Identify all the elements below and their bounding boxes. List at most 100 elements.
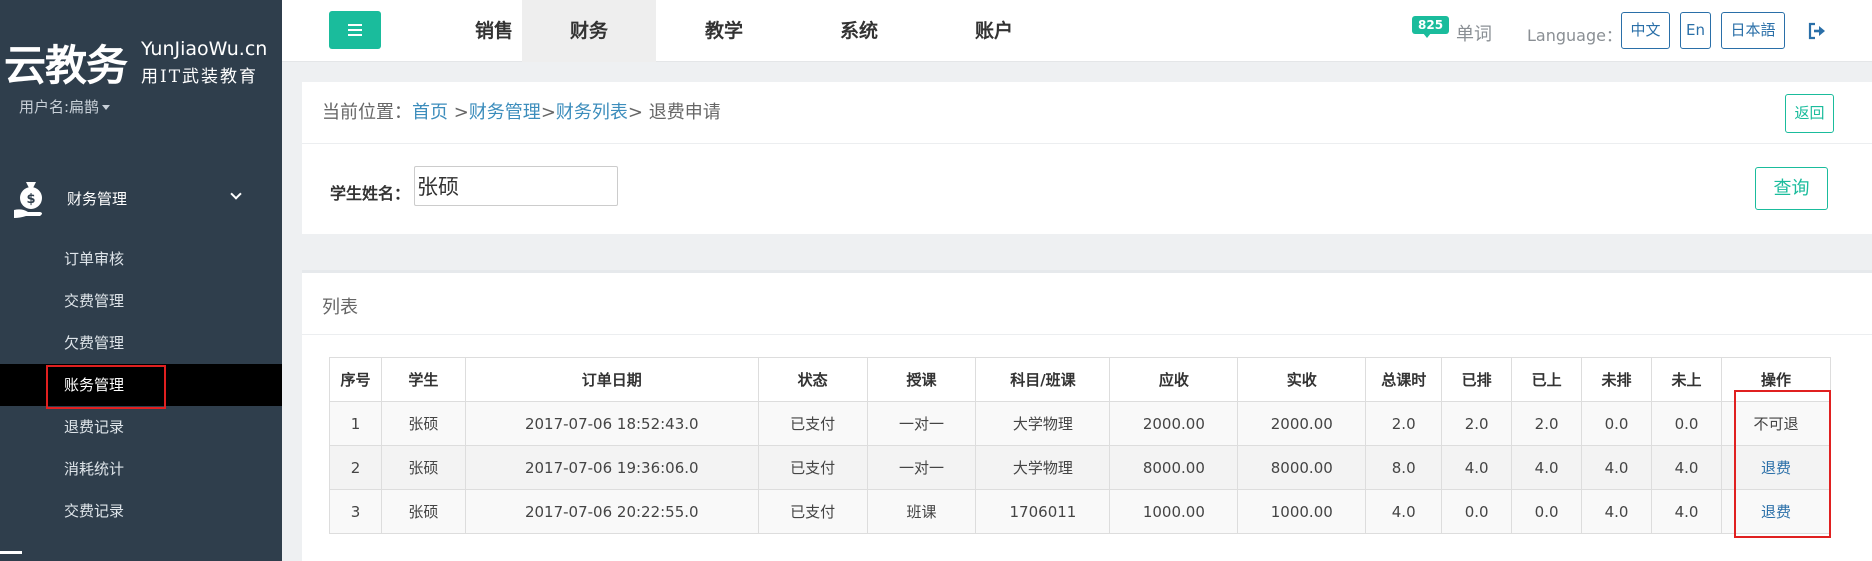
sidebar-item-payment-records[interactable]: 交费记录	[0, 490, 282, 532]
hamburger-icon	[348, 34, 362, 36]
logo-slogan: 用IT武装教育	[141, 67, 259, 87]
table-cell: 2000.00	[1237, 401, 1367, 446]
table-row: 3 张硕 2017-07-06 20:22:55.0 已支付 班课 170601…	[329, 489, 1832, 534]
table-cell: 4.0	[1651, 489, 1722, 534]
tab-finance[interactable]: 财务	[522, 0, 656, 62]
table-cell: 已支付	[757, 445, 868, 490]
table-cell: 4.0	[1581, 489, 1653, 534]
logo: 云教务 YunJiaoWu.cn 用IT武装教育	[0, 28, 282, 90]
tab-system[interactable]: 系统	[792, 0, 926, 62]
table-cell: 2017-07-06 19:36:06.0	[464, 445, 759, 490]
breadcrumb-sep: >	[540, 102, 556, 123]
word-link[interactable]: 单词	[1456, 20, 1492, 46]
table-cell: 大学物理	[975, 445, 1111, 490]
breadcrumb-sep: >	[627, 102, 649, 123]
sidebar-item-consumption[interactable]: 消耗统计	[0, 448, 282, 490]
refund-link[interactable]: 退费	[1720, 489, 1832, 534]
table-cell: 一对一	[866, 445, 977, 490]
student-name-input[interactable]	[414, 166, 618, 206]
table-cell: 2017-07-06 18:52:43.0	[464, 401, 759, 446]
search-panel: 当前位置：首页 >财务管理>财务列表> 退费申请 返回 学生姓名： 查询	[302, 82, 1872, 234]
col-header: 科目/班课	[975, 357, 1111, 402]
breadcrumb-home-link[interactable]: 首页	[412, 102, 448, 123]
table-cell: 8000.00	[1109, 445, 1239, 490]
list-title: 列表	[322, 297, 358, 318]
col-header: 已排	[1441, 357, 1513, 402]
table-cell: 4.0	[1651, 445, 1722, 490]
sidebar-item-arrears[interactable]: 欠费管理	[0, 322, 282, 364]
sidebar-item-order-review[interactable]: 订单审核	[0, 238, 282, 280]
col-header: 操作	[1720, 357, 1832, 402]
table-cell: 8000.00	[1237, 445, 1367, 490]
breadcrumb-finance-list-link[interactable]: 财务列表	[556, 102, 628, 123]
col-header: 应收	[1109, 357, 1239, 402]
top-nav: 销售 财务 教学 系统 账户 825 单词 Language： 中文 En 日本…	[282, 0, 1872, 62]
table-cell: 4.0	[1365, 489, 1443, 534]
breadcrumb-finance-link[interactable]: 财务管理	[469, 102, 541, 123]
table-row: 2 张硕 2017-07-06 19:36:06.0 已支付 一对一 大学物理 …	[329, 445, 1832, 490]
table-cell: 2.0	[1511, 401, 1583, 446]
table-cell: 2.0	[1441, 401, 1513, 446]
refund-link[interactable]: 退费	[1720, 445, 1832, 490]
table-cell: 2000.00	[1109, 401, 1239, 446]
table-cell: 4.0	[1441, 445, 1513, 490]
table-cell: 已支付	[757, 401, 868, 446]
table-cell: 1	[329, 401, 382, 446]
lang-japanese-button[interactable]: 日本語	[1721, 12, 1785, 49]
lang-chinese-button[interactable]: 中文	[1621, 12, 1670, 49]
table-cell: 张硕	[380, 401, 466, 446]
table-cell: 0.0	[1651, 401, 1722, 446]
breadcrumb-sep: >	[448, 102, 469, 123]
table-cell: 2	[329, 445, 382, 490]
table-cell: 0.0	[1441, 489, 1513, 534]
col-header: 学生	[380, 357, 466, 402]
sidebar-next-item-icon	[0, 551, 22, 554]
badge-tail-icon	[1423, 33, 1431, 38]
sign-out-icon[interactable]	[1808, 22, 1826, 40]
table-header-row: 序号 学生 订单日期 状态 授课 科目/班课 应收 实收 总课时 已排 已上 未…	[329, 357, 1832, 402]
tab-teaching[interactable]: 教学	[657, 0, 791, 62]
table-cell: 2.0	[1365, 401, 1443, 446]
user-menu[interactable]: 用户名:扁鹊	[19, 96, 111, 117]
student-name-label: 学生姓名：	[330, 184, 411, 203]
table-cell: 大学物理	[975, 401, 1111, 446]
table-cell: 1000.00	[1237, 489, 1367, 534]
lang-english-button[interactable]: En	[1680, 12, 1711, 49]
sidebar-menu-finance[interactable]: $ 财务管理	[0, 170, 282, 226]
hamburger-icon	[348, 24, 362, 26]
language-label: Language：	[1527, 26, 1622, 45]
sidebar: 云教务 YunJiaoWu.cn 用IT武装教育 用户名:扁鹊 $ 财务管理 订…	[0, 0, 282, 561]
sidebar-submenu: 订单审核 交费管理 欠费管理 账务管理 退费记录 消耗统计 交费记录	[0, 238, 282, 532]
badge-count: 825	[1412, 16, 1450, 34]
orders-table: 序号 学生 订单日期 状态 授课 科目/班课 应收 实收 总课时 已排 已上 未…	[329, 357, 1832, 534]
list-panel: 列表 序号 学生 订单日期 状态 授课 科目/班课 应收 实收 总课时 已排 已…	[302, 270, 1872, 561]
logo-en-text: YunJiaoWu.cn	[141, 38, 268, 60]
notification-badge[interactable]: 825	[1412, 14, 1450, 38]
col-header: 状态	[757, 357, 868, 402]
table-cell: 已支付	[757, 489, 868, 534]
query-button[interactable]: 查询	[1755, 167, 1828, 210]
hamburger-icon	[348, 29, 362, 31]
tab-account[interactable]: 账户	[927, 0, 1061, 62]
sidebar-item-accounts[interactable]: 账务管理	[0, 364, 282, 409]
col-header: 未上	[1651, 357, 1722, 402]
chevron-down-icon	[230, 188, 242, 200]
svg-text:$: $	[26, 192, 35, 207]
logo-main-text: 云教务	[4, 41, 128, 90]
table-cell: 2017-07-06 20:22:55.0	[464, 489, 759, 534]
table-row: 1 张硕 2017-07-06 18:52:43.0 已支付 一对一 大学物理 …	[329, 401, 1832, 446]
sidebar-item-payment[interactable]: 交费管理	[0, 280, 282, 322]
breadcrumb-current: 退费申请	[648, 102, 721, 123]
back-button[interactable]: 返回	[1785, 94, 1834, 133]
breadcrumb-prefix: 当前位置：	[322, 102, 412, 123]
table-cell: 一对一	[866, 401, 977, 446]
not-refundable-label: 不可退	[1720, 401, 1832, 446]
sidebar-menu-label: 财务管理	[67, 190, 128, 208]
table-cell: 4.0	[1511, 445, 1583, 490]
table-cell: 3	[329, 489, 382, 534]
caret-down-icon	[102, 105, 111, 110]
list-divider	[302, 334, 1872, 335]
sidebar-item-refund-records[interactable]: 退费记录	[0, 406, 282, 448]
table-cell: 张硕	[380, 489, 466, 534]
menu-toggle-button[interactable]	[329, 11, 381, 49]
